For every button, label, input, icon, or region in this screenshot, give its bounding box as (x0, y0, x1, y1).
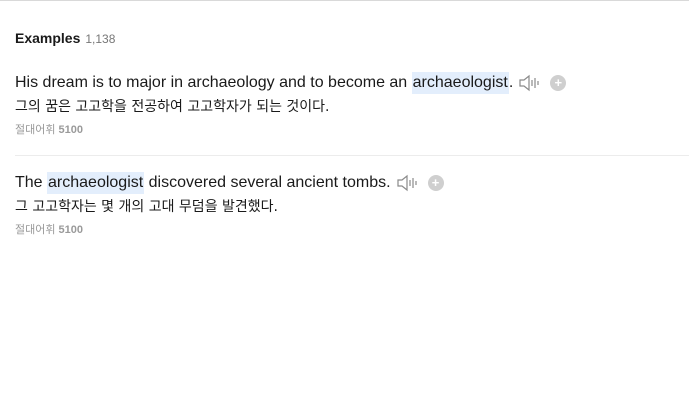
example-source[interactable]: 절대어휘 5100 (15, 122, 689, 138)
add-to-wordbook-icon[interactable]: + (550, 75, 567, 91)
source-name: 절대어휘 (15, 223, 56, 236)
example-korean-translation: 그 고고학자는 몇 개의 고대 무덤을 발견했다. (15, 199, 278, 215)
example-item: His dream is to major in archaeology and… (15, 65, 689, 155)
highlighted-keyword[interactable]: archaeologist (411, 72, 509, 94)
example-item: The archaeologist discovered several anc… (15, 155, 689, 240)
examples-list: His dream is to major in archaeology and… (0, 65, 689, 240)
example-text: discovered several ancient tombs. (144, 174, 391, 191)
highlighted-keyword[interactable]: archaeologist (47, 172, 145, 194)
dictionary-examples-panel: Examples 1,138 His dream is to major in … (0, 0, 689, 409)
example-source[interactable]: 절대어휘 5100 (15, 222, 689, 238)
source-number: 5100 (58, 124, 83, 136)
speaker-icon[interactable] (396, 173, 420, 193)
examples-count: 1,138 (85, 32, 116, 46)
example-text: . (508, 74, 514, 91)
example-english-sentence: The archaeologist discovered several anc… (15, 172, 689, 194)
example-text: The (15, 174, 48, 191)
add-to-wordbook-icon[interactable]: + (427, 175, 444, 191)
source-name: 절대어휘 (15, 123, 56, 136)
examples-title: Examples (15, 30, 81, 46)
example-text: His dream is to major in archaeology and… (15, 74, 412, 91)
speaker-icon[interactable] (518, 73, 542, 93)
examples-header: Examples 1,138 (15, 30, 115, 46)
example-korean-translation: 그의 꿈은 고고학을 전공하여 고고학자가 되는 것이다. (15, 99, 330, 115)
source-number: 5100 (58, 224, 83, 236)
example-english-sentence: His dream is to major in archaeology and… (15, 72, 689, 94)
